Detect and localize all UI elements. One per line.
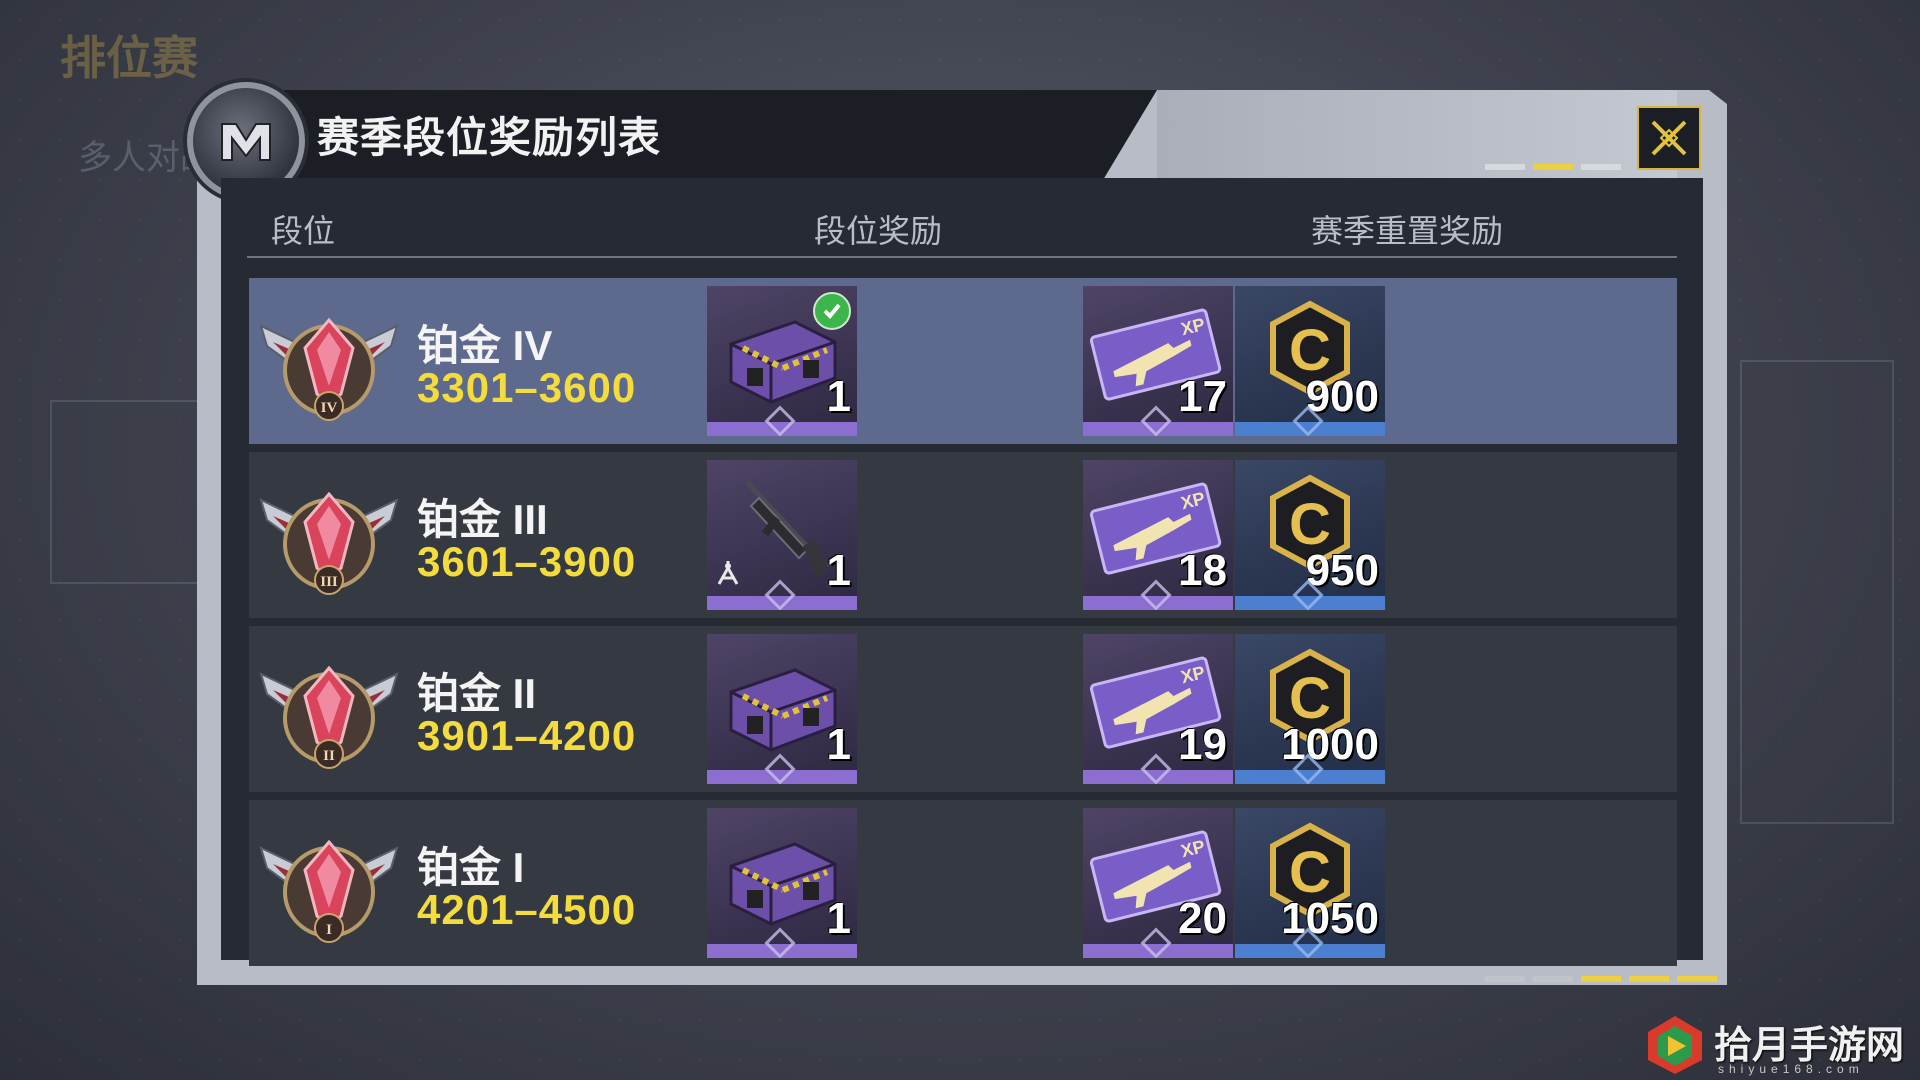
watermark: 拾月手游网 shiyue168.com	[1642, 1010, 1912, 1080]
rank-score-range: 3301–3600	[417, 364, 637, 411]
rank-reward-item[interactable]: 1	[707, 634, 857, 784]
rank-reward-item[interactable]: 1	[707, 286, 857, 436]
reward-quantity: 1050	[1281, 894, 1379, 943]
close-button[interactable]	[1637, 106, 1701, 170]
rank-reward-item[interactable]: 1	[707, 808, 857, 958]
reward-quantity: 19	[1178, 720, 1227, 769]
header-divider	[247, 256, 1677, 258]
page-dot	[1485, 976, 1525, 982]
page-dot	[1581, 164, 1621, 170]
svg-text:I: I	[326, 922, 332, 938]
claimed-check-icon	[813, 292, 851, 330]
season-rank-reward-dialog: 赛季段位奖励列表 段位 段位奖励 赛季重置奖励 IV 铂金 IV 3301–36…	[187, 82, 1727, 990]
season-reset-xp-card[interactable]: XP 17	[1083, 286, 1233, 436]
column-header-rank-reward: 段位奖励	[814, 213, 943, 249]
platinum-rank-badge-icon: I	[259, 839, 399, 943]
svg-text:III: III	[320, 574, 338, 590]
close-x-icon	[1651, 120, 1687, 156]
rank-reward-row[interactable]: IV 铂金 IV 3301–3600 1 XP 17 C 900	[249, 278, 1677, 444]
rank-score-range: 4201–4500	[417, 886, 637, 933]
season-reset-cod-points[interactable]: C 950	[1235, 460, 1385, 610]
reward-quantity: 1	[826, 372, 851, 421]
column-header-season-reset-reward: 赛季重置奖励	[1311, 213, 1504, 249]
reward-quantity: 17	[1178, 372, 1227, 421]
rank-reward-row[interactable]: III 铂金 III 3601–3900 1 XP 18 C 950	[249, 452, 1677, 618]
rank-score-range: 3601–3900	[417, 538, 637, 585]
rank-reward-row[interactable]: II 铂金 II 3901–4200 1 XP 19 C 1000	[249, 626, 1677, 792]
rank-score-range: 3901–4200	[417, 712, 637, 759]
page-dot	[1485, 164, 1525, 170]
footer-page-indicator	[1485, 976, 1717, 982]
dialog-title: 赛季段位奖励列表	[317, 114, 662, 161]
season-reset-cod-points[interactable]: C 1000	[1235, 634, 1385, 784]
platinum-rank-badge-icon: II	[259, 665, 399, 769]
header-page-indicator	[1485, 164, 1621, 170]
rank-reward-row[interactable]: I 铂金 I 4201–4500 1 XP 20 C 1050	[249, 800, 1677, 966]
reward-quantity: 18	[1178, 546, 1227, 595]
season-reset-xp-card[interactable]: XP 18	[1083, 460, 1233, 610]
background-title: 排位赛	[60, 32, 198, 84]
watermark-url: shiyue168.com	[1718, 1062, 1864, 1076]
page-dot-active	[1677, 976, 1717, 982]
page-dot	[1533, 976, 1573, 982]
column-header-rank: 段位	[271, 213, 336, 249]
season-reset-cod-points[interactable]: C 900	[1235, 286, 1385, 436]
svg-text:II: II	[323, 748, 335, 764]
reward-quantity: 20	[1178, 894, 1227, 943]
season-reset-xp-card[interactable]: XP 20	[1083, 808, 1233, 958]
season-reset-xp-card[interactable]: XP 19	[1083, 634, 1233, 784]
page-dot-active	[1533, 164, 1573, 170]
reward-quantity: 1000	[1281, 720, 1379, 769]
season-reset-cod-points[interactable]: C 1050	[1235, 808, 1385, 958]
platinum-rank-badge-icon: III	[259, 491, 399, 595]
svg-text:IV: IV	[321, 400, 338, 416]
watermark-text: 拾月手游网	[1714, 1022, 1905, 1067]
page-dot-active	[1581, 976, 1621, 982]
background-card	[1740, 360, 1894, 824]
platinum-rank-badge-icon: IV	[259, 317, 399, 421]
reward-quantity: 1	[826, 720, 851, 769]
rank-reward-item[interactable]: 1	[707, 460, 857, 610]
page-dot-active	[1629, 976, 1669, 982]
reward-quantity: 1	[826, 546, 851, 595]
weapon-blueprint-icon	[717, 561, 739, 585]
reward-quantity: 1	[826, 894, 851, 943]
watermark-logo-icon	[1648, 1016, 1702, 1074]
